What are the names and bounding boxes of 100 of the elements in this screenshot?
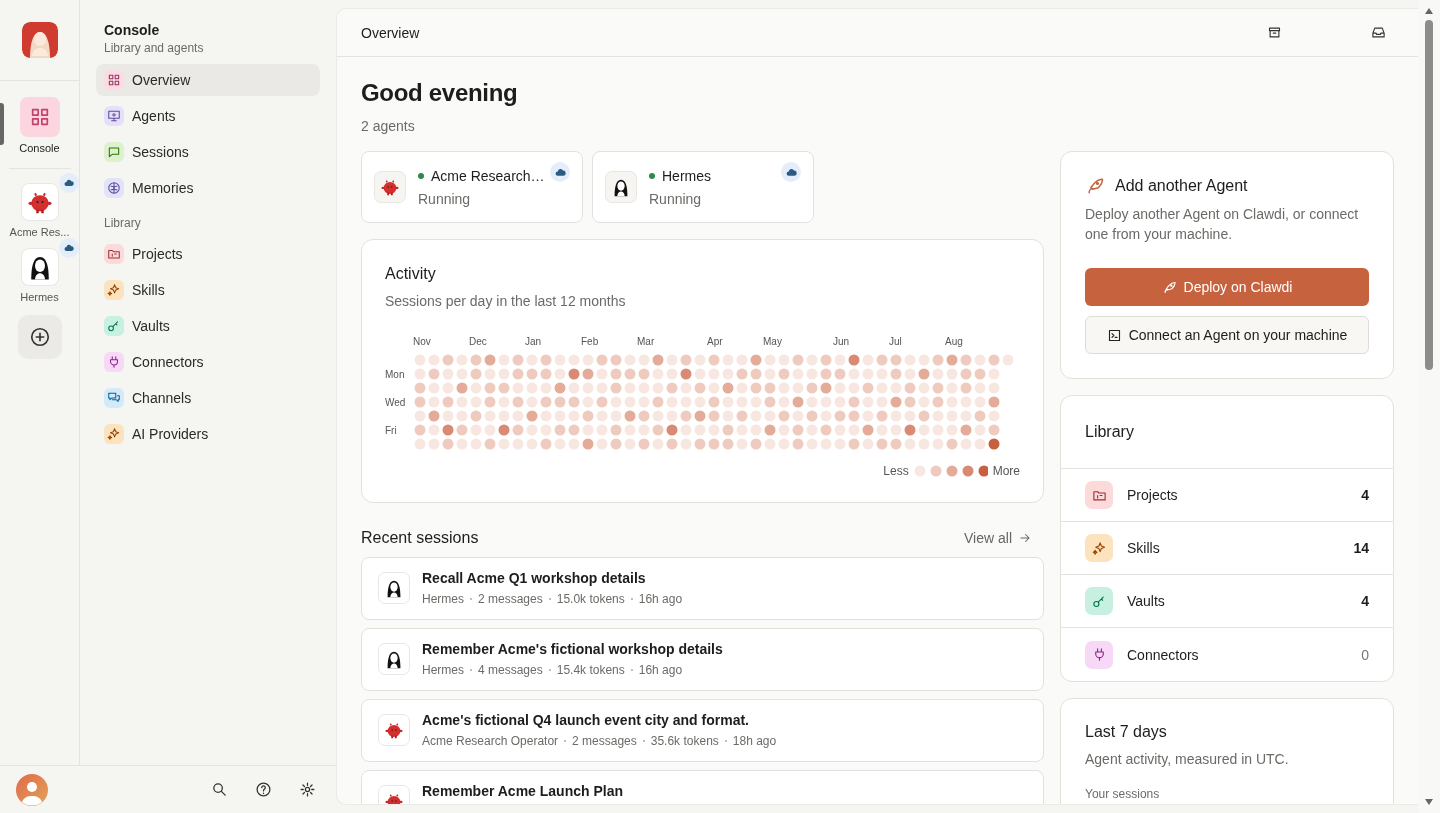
month-label: Aug [945,336,963,347]
key-icon [1091,593,1107,609]
sidebar-item[interactable]: Memories [96,172,320,204]
agent-avatar [378,714,410,746]
agent-avatar [605,171,637,203]
card-title: Library [1061,396,1393,469]
session-title: Remember Acme's fictional workshop details [422,641,723,657]
card-title: Add another Agent [1115,177,1248,195]
card-subtitle: Agent activity, measured in UTC. [1085,751,1290,767]
scroll-thumb[interactable] [1425,20,1433,370]
help-button[interactable] [254,780,272,799]
session-meta: 4 messages [478,663,543,677]
month-label: Apr [707,336,723,347]
library-count: 4 [1361,593,1369,609]
sidebar-item[interactable]: Skills [96,274,320,306]
library-label: Projects [1127,487,1179,503]
agent-card[interactable]: Acme Research… Running [361,151,583,223]
session-card[interactable]: Remember Acme Launch Plan [361,770,1044,804]
sidebar-item[interactable]: Vaults [96,310,320,342]
help-icon [254,781,272,798]
session-title: Acme's fictional Q4 launch event city and format. [422,712,750,728]
inbox-icon [1370,25,1386,40]
search-icon [210,781,228,798]
agent-avatar[interactable] [20,248,59,286]
sparkles-icon [107,283,121,297]
session-meta: 18h ago [732,734,777,748]
agent-count: 2 agents [361,118,416,134]
month-label: Jun [833,336,850,347]
session-meta: Hermes [422,663,464,677]
card-title: Activity [385,265,437,283]
archive-icon [1266,25,1282,40]
session-title: Recall Acme Q1 workshop details [422,570,647,586]
folder-icon [107,247,121,261]
session-meta: 16h ago [638,663,683,677]
day-label: Wed [385,396,407,408]
month-label: Jan [525,336,542,347]
key-icon [107,319,121,333]
add-agent-button[interactable] [17,315,62,359]
agent-name: Acme Research… [431,167,545,184]
chat-icon [107,391,121,405]
sidebar-item[interactable]: AI Providers [96,418,320,450]
month-label: Nov [413,336,431,347]
section-label: Your sessions [1085,787,1161,801]
library-count: 14 [1353,540,1369,556]
settings-button[interactable] [298,780,316,799]
card-description: Deploy another Agent on Clawdi, or connect one from your machine. [1085,205,1360,244]
month-label: Feb [581,336,599,347]
session-meta: Hermes [422,592,464,606]
agent-card[interactable]: Hermes Running [592,151,814,223]
library-row[interactable]: Projects 4 [1061,469,1393,522]
day-label: Fri [385,424,398,436]
view-all-link[interactable]: View all [964,530,1044,546]
library-label: Connectors [1127,646,1200,663]
section-title: Recent sessions [361,529,479,547]
scrollbar[interactable] [1418,0,1440,813]
connect-button[interactable]: Connect an Agent on your machine [1085,316,1369,354]
section-heading: Library [103,216,142,230]
sidebar-item[interactable]: Overview [96,64,320,96]
session-card[interactable]: Acme's fictional Q4 launch event city and format. Acme Research Operator 2 messages 35.6k tokens 18h ago [361,699,1044,762]
agent-label: Acme Res... [9,226,70,238]
session-meta: 2 messages [572,734,637,748]
agent-label: Hermes [20,291,59,303]
brain-icon [107,181,121,195]
library-label: Vaults [1127,593,1166,609]
session-meta: 35.6k tokens [650,734,719,748]
sidebar-item[interactable]: Sessions [96,136,320,168]
terminal-icon [1106,327,1122,343]
month-label: Jul [889,336,902,347]
sidebar-item[interactable]: Agents [96,100,320,132]
library-row[interactable]: Connectors 0 [1061,628,1393,681]
rail-label: Console [19,142,60,154]
sidebar-item[interactable]: Channels [96,382,320,414]
arrow-icon [1018,531,1032,545]
scroll-up-icon[interactable] [1425,8,1433,14]
add-icon [28,326,51,348]
library-row[interactable]: Skills 14 [1061,522,1393,575]
session-meta: 16h ago [638,592,683,606]
agent-avatar [378,572,410,604]
card-title: Last 7 days [1085,723,1168,741]
month-label: Dec [469,336,487,347]
sidebar-item[interactable]: Connectors [96,346,320,378]
library-label: Skills [1127,540,1161,556]
library-count: 4 [1361,487,1369,503]
plug-icon [107,355,121,369]
user-avatar[interactable] [16,773,48,806]
app-logo[interactable] [21,22,58,58]
session-card[interactable]: Recall Acme Q1 workshop details Hermes 2 messages 15.0k tokens 16h ago [361,557,1044,620]
legend-label: More [992,464,1020,478]
deploy-button[interactable]: Deploy on Clawdi [1085,268,1369,306]
console-button[interactable] [19,97,60,137]
search-button[interactable] [210,780,228,799]
sidebar-item[interactable]: Projects [96,238,320,270]
library-row[interactable]: Vaults 4 [1061,575,1393,628]
sparkles-icon [1091,540,1107,556]
month-label: Mar [637,336,655,347]
sidebar-title: Console [103,22,161,38]
agent-status: Running [649,190,703,207]
scroll-down-icon[interactable] [1425,799,1433,805]
session-card[interactable]: Remember Acme's fictional workshop details Hermes 4 messages 15.4k tokens 16h ago [361,628,1044,691]
agent-status: Running [418,190,472,207]
